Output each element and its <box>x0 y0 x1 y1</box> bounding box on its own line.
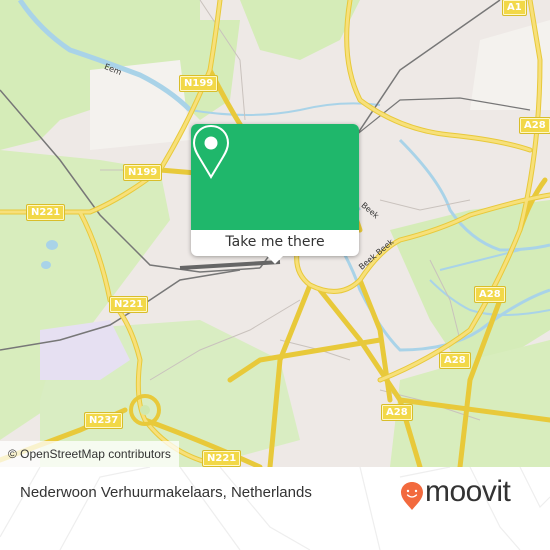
map-view[interactable]: N199 N199 N221 N221 N237 N221 A1 A28 A28… <box>0 0 550 467</box>
road-shield-a1: A1 <box>502 0 527 16</box>
roundabout-center <box>140 405 150 415</box>
place-name: Nederwoon Verhuurmakelaars, Netherlands <box>20 484 312 501</box>
popup-header[interactable] <box>191 124 359 230</box>
road-shield-n221: N221 <box>25 204 66 221</box>
popup-tail <box>265 254 285 264</box>
road-shield-n221: N221 <box>201 450 242 467</box>
brand-name: moovit <box>425 475 511 508</box>
moovit-pin-icon <box>401 482 423 510</box>
footer-bar: Nederwoon Verhuurmakelaars, Netherlands … <box>0 467 550 550</box>
pond <box>41 261 51 269</box>
road-shield-n237: N237 <box>83 412 124 429</box>
map-pin-icon <box>192 124 230 179</box>
road-shield-a28: A28 <box>381 404 413 421</box>
road-shield-n199: N199 <box>178 75 219 92</box>
road-shield-n199: N199 <box>122 164 163 181</box>
park-area <box>240 0 360 60</box>
road-shield-a28: A28 <box>439 352 471 369</box>
destination-popup[interactable]: Take me there <box>191 124 359 264</box>
road-shield-n221: N221 <box>108 296 149 313</box>
road-shield-a28: A28 <box>519 117 550 134</box>
moovit-logo[interactable]: moovit <box>400 475 540 515</box>
pond <box>46 240 58 250</box>
map-attribution[interactable]: © OpenStreetMap contributors <box>0 441 179 467</box>
take-me-there-button[interactable]: Take me there <box>191 230 359 256</box>
road-shield-a28: A28 <box>474 286 506 303</box>
